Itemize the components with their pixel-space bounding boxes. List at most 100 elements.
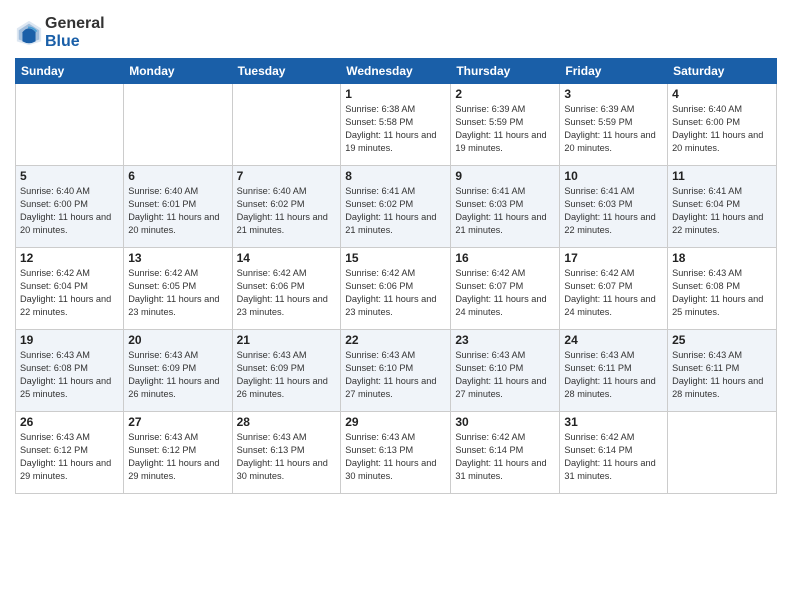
logo-icon <box>15 19 43 47</box>
day-info: Sunrise: 6:42 AMSunset: 6:04 PMDaylight:… <box>20 267 119 319</box>
day-number: 25 <box>672 333 772 347</box>
day-number: 3 <box>564 87 663 101</box>
table-row: 31 Sunrise: 6:42 AMSunset: 6:14 PMDayligh… <box>560 412 668 494</box>
day-info: Sunrise: 6:40 AMSunset: 6:00 PMDaylight:… <box>672 103 772 155</box>
header-wednesday: Wednesday <box>341 59 451 84</box>
table-row: 12 Sunrise: 6:42 AMSunset: 6:04 PMDayligh… <box>16 248 124 330</box>
day-number: 1 <box>345 87 446 101</box>
day-number: 22 <box>345 333 446 347</box>
day-info: Sunrise: 6:42 AMSunset: 6:07 PMDaylight:… <box>455 267 555 319</box>
day-info: Sunrise: 6:43 AMSunset: 6:09 PMDaylight:… <box>128 349 227 401</box>
day-number: 29 <box>345 415 446 429</box>
day-info: Sunrise: 6:43 AMSunset: 6:10 PMDaylight:… <box>455 349 555 401</box>
table-row: 1 Sunrise: 6:38 AMSunset: 5:58 PMDaylight… <box>341 84 451 166</box>
table-row: 16Sunrise: 6:42 AMSunset: 6:07 PMDayligh… <box>451 248 560 330</box>
table-row: 13Sunrise: 6:42 AMSunset: 6:05 PMDayligh… <box>124 248 232 330</box>
day-number: 12 <box>20 251 119 265</box>
table-row: 15 Sunrise: 6:42 AMSunset: 6:06 PMDayligh… <box>341 248 451 330</box>
header-monday: Monday <box>124 59 232 84</box>
day-info: Sunrise: 6:40 AMSunset: 6:02 PMDaylight:… <box>237 185 337 237</box>
day-number: 11 <box>672 169 772 183</box>
day-info: Sunrise: 6:42 AMSunset: 6:06 PMDaylight:… <box>345 267 446 319</box>
day-info: Sunrise: 6:43 AMSunset: 6:11 PMDaylight:… <box>672 349 772 401</box>
day-info: Sunrise: 6:40 AMSunset: 6:00 PMDaylight:… <box>20 185 119 237</box>
day-info: Sunrise: 6:40 AMSunset: 6:01 PMDaylight:… <box>128 185 227 237</box>
table-row: 29 Sunrise: 6:43 AMSunset: 6:13 PMDayligh… <box>341 412 451 494</box>
day-number: 31 <box>564 415 663 429</box>
day-number: 13 <box>128 251 227 265</box>
day-info: Sunrise: 6:43 AMSunset: 6:09 PMDaylight:… <box>237 349 337 401</box>
day-number: 2 <box>455 87 555 101</box>
calendar-week-row: 5 Sunrise: 6:40 AMSunset: 6:00 PMDaylight… <box>16 166 777 248</box>
table-row <box>16 84 124 166</box>
day-info: Sunrise: 6:41 AMSunset: 6:04 PMDaylight:… <box>672 185 772 237</box>
table-row: 18 Sunrise: 6:43 AMSunset: 6:08 PMDayligh… <box>668 248 777 330</box>
table-row: 2 Sunrise: 6:39 AMSunset: 5:59 PMDaylight… <box>451 84 560 166</box>
day-number: 19 <box>20 333 119 347</box>
day-info: Sunrise: 6:43 AMSunset: 6:13 PMDaylight:… <box>237 431 337 483</box>
logo-text: General Blue <box>45 15 105 50</box>
table-row: 20Sunrise: 6:43 AMSunset: 6:09 PMDayligh… <box>124 330 232 412</box>
table-row <box>124 84 232 166</box>
table-row: 11 Sunrise: 6:41 AMSunset: 6:04 PMDayligh… <box>668 166 777 248</box>
day-number: 30 <box>455 415 555 429</box>
calendar-week-row: 26 Sunrise: 6:43 AMSunset: 6:12 PMDayligh… <box>16 412 777 494</box>
day-number: 14 <box>237 251 337 265</box>
day-number: 28 <box>237 415 337 429</box>
day-info: Sunrise: 6:38 AMSunset: 5:58 PMDaylight:… <box>345 103 446 155</box>
day-number: 26 <box>20 415 119 429</box>
day-info: Sunrise: 6:43 AMSunset: 6:08 PMDaylight:… <box>20 349 119 401</box>
day-info: Sunrise: 6:41 AMSunset: 6:03 PMDaylight:… <box>564 185 663 237</box>
header: General Blue <box>15 10 777 50</box>
table-row: 7 Sunrise: 6:40 AMSunset: 6:02 PMDaylight… <box>232 166 341 248</box>
day-number: 18 <box>672 251 772 265</box>
table-row: 6 Sunrise: 6:40 AMSunset: 6:01 PMDaylight… <box>124 166 232 248</box>
day-info: Sunrise: 6:42 AMSunset: 6:07 PMDaylight:… <box>564 267 663 319</box>
table-row: 14 Sunrise: 6:42 AMSunset: 6:06 PMDayligh… <box>232 248 341 330</box>
logo: General Blue <box>15 15 105 50</box>
calendar-week-row: 19 Sunrise: 6:43 AMSunset: 6:08 PMDayligh… <box>16 330 777 412</box>
day-number: 21 <box>237 333 337 347</box>
day-info: Sunrise: 6:43 AMSunset: 6:10 PMDaylight:… <box>345 349 446 401</box>
table-row: 22 Sunrise: 6:43 AMSunset: 6:10 PMDayligh… <box>341 330 451 412</box>
table-row: 3Sunrise: 6:39 AMSunset: 5:59 PMDaylight… <box>560 84 668 166</box>
day-info: Sunrise: 6:43 AMSunset: 6:13 PMDaylight:… <box>345 431 446 483</box>
calendar-table: Sunday Monday Tuesday Wednesday Thursday… <box>15 58 777 494</box>
day-number: 6 <box>128 169 227 183</box>
day-number: 15 <box>345 251 446 265</box>
table-row: 25 Sunrise: 6:43 AMSunset: 6:11 PMDayligh… <box>668 330 777 412</box>
day-number: 8 <box>345 169 446 183</box>
header-tuesday: Tuesday <box>232 59 341 84</box>
header-friday: Friday <box>560 59 668 84</box>
day-number: 9 <box>455 169 555 183</box>
table-row: 21 Sunrise: 6:43 AMSunset: 6:09 PMDayligh… <box>232 330 341 412</box>
table-row: 5 Sunrise: 6:40 AMSunset: 6:00 PMDaylight… <box>16 166 124 248</box>
day-number: 27 <box>128 415 227 429</box>
header-saturday: Saturday <box>668 59 777 84</box>
table-row: 4 Sunrise: 6:40 AMSunset: 6:00 PMDaylight… <box>668 84 777 166</box>
logo-blue: Blue <box>45 33 80 50</box>
day-info: Sunrise: 6:42 AMSunset: 6:14 PMDaylight:… <box>564 431 663 483</box>
table-row: 17Sunrise: 6:42 AMSunset: 6:07 PMDayligh… <box>560 248 668 330</box>
day-info: Sunrise: 6:43 AMSunset: 6:08 PMDaylight:… <box>672 267 772 319</box>
table-row <box>668 412 777 494</box>
day-info: Sunrise: 6:41 AMSunset: 6:02 PMDaylight:… <box>345 185 446 237</box>
day-info: Sunrise: 6:43 AMSunset: 6:11 PMDaylight:… <box>564 349 663 401</box>
day-number: 5 <box>20 169 119 183</box>
day-number: 4 <box>672 87 772 101</box>
day-info: Sunrise: 6:39 AMSunset: 5:59 PMDaylight:… <box>455 103 555 155</box>
table-row: 10Sunrise: 6:41 AMSunset: 6:03 PMDayligh… <box>560 166 668 248</box>
day-number: 7 <box>237 169 337 183</box>
logo-general: General <box>45 15 105 32</box>
table-row: 23Sunrise: 6:43 AMSunset: 6:10 PMDayligh… <box>451 330 560 412</box>
table-row: 28 Sunrise: 6:43 AMSunset: 6:13 PMDayligh… <box>232 412 341 494</box>
table-row: 24Sunrise: 6:43 AMSunset: 6:11 PMDayligh… <box>560 330 668 412</box>
header-thursday: Thursday <box>451 59 560 84</box>
day-info: Sunrise: 6:43 AMSunset: 6:12 PMDaylight:… <box>20 431 119 483</box>
calendar-week-row: 12 Sunrise: 6:42 AMSunset: 6:04 PMDayligh… <box>16 248 777 330</box>
day-info: Sunrise: 6:42 AMSunset: 6:06 PMDaylight:… <box>237 267 337 319</box>
table-row: 27Sunrise: 6:43 AMSunset: 6:12 PMDayligh… <box>124 412 232 494</box>
day-info: Sunrise: 6:41 AMSunset: 6:03 PMDaylight:… <box>455 185 555 237</box>
table-row: 8 Sunrise: 6:41 AMSunset: 6:02 PMDaylight… <box>341 166 451 248</box>
table-row <box>232 84 341 166</box>
